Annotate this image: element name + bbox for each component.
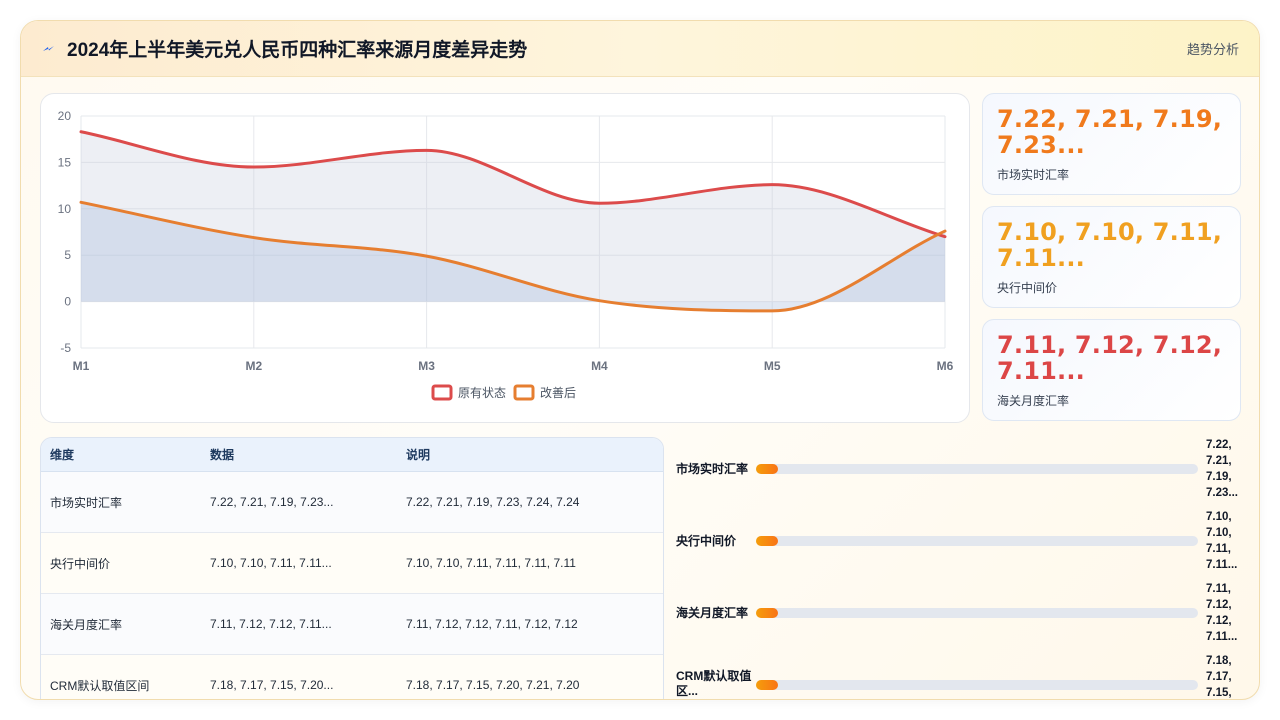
stat-label: 央行中间价 bbox=[997, 281, 1058, 295]
progress-item: CRM默认取值区... 7.18, 7.17, 7.15, bbox=[676, 653, 1259, 699]
column-header[interactable]: 数据 bbox=[201, 446, 397, 463]
progress-fill bbox=[756, 680, 779, 690]
y-tick-label: 10 bbox=[58, 202, 72, 216]
table-cell: 7.18, 7.17, 7.15, 7.20, 7.21, 7.20 bbox=[406, 678, 580, 692]
legend-label: 改善后 bbox=[540, 385, 576, 400]
stat-card-central-parity: 7.10, 7.10, 7.11, 7.11... 央行中间价 bbox=[982, 206, 1241, 308]
stat-card-market: 7.22, 7.21, 7.19, 7.23... 市场实时汇率 bbox=[982, 93, 1241, 195]
table-body: 市场实时汇率 7.22, 7.21, 7.19, 7.23... 7.22, 7… bbox=[41, 472, 663, 699]
y-tick-label: 0 bbox=[64, 295, 71, 309]
table-cell: 7.10, 7.10, 7.11, 7.11, 7.11, 7.11 bbox=[406, 556, 576, 570]
chart-svg: -5 0 5 10 15 20 M1 M2 M3 M4 M5 M6 原有状态 改善后 bbox=[58, 109, 954, 401]
table-row[interactable]: 央行中间价 7.10, 7.10, 7.11, 7.11... 7.10, 7.… bbox=[41, 533, 663, 594]
column-header[interactable]: 维度 bbox=[41, 446, 201, 463]
legend-swatch bbox=[431, 384, 453, 401]
progress-fill bbox=[756, 536, 779, 546]
progress-label: CRM默认取值区... bbox=[676, 669, 752, 698]
x-tick-label: M5 bbox=[764, 359, 781, 373]
progress-label: 海关月度汇率 bbox=[676, 606, 749, 620]
progress-item: 市场实时汇率 7.22, 7.21, 7.19, 7.23... bbox=[676, 437, 1259, 509]
progress-fill bbox=[756, 464, 779, 474]
stat-label: 市场实时汇率 bbox=[997, 168, 1070, 182]
x-tick-label: M3 bbox=[418, 359, 435, 373]
x-tick-label: M2 bbox=[245, 359, 262, 373]
progress-fill bbox=[756, 608, 779, 618]
y-tick-label: 15 bbox=[58, 155, 72, 169]
table-cell: 市场实时汇率 bbox=[50, 495, 123, 510]
progress-label: 央行中间价 bbox=[676, 534, 737, 548]
progress-item: 海关月度汇率 7.11, 7.12, 7.12, 7.11... bbox=[676, 581, 1259, 653]
progress-list: 市场实时汇率 7.22, 7.21, 7.19, 7.23... 央行中间价 7… bbox=[676, 437, 1259, 699]
table-cell: 海关月度汇率 bbox=[50, 617, 123, 632]
legend-swatch bbox=[513, 384, 535, 401]
y-tick-label: -5 bbox=[60, 341, 71, 355]
progress-track bbox=[756, 536, 1198, 546]
table-cell: 7.11, 7.12, 7.12, 7.11, 7.12, 7.12 bbox=[406, 617, 578, 631]
table-row[interactable]: 市场实时汇率 7.22, 7.21, 7.19, 7.23... 7.22, 7… bbox=[41, 472, 663, 533]
table-header: 维度 数据 说明 bbox=[41, 438, 663, 472]
page-title: 2024年上半年美元兑人民币四种汇率来源月度差异走势 bbox=[67, 40, 528, 61]
header-bar: 2024年上半年美元兑人民币四种汇率来源月度差异走势 趋势分析 bbox=[21, 21, 1259, 77]
table-cell: 7.18, 7.17, 7.15, 7.20... bbox=[210, 678, 334, 692]
table-cell: 7.22, 7.21, 7.19, 7.23, 7.24, 7.24 bbox=[406, 495, 580, 509]
trend-analysis-link[interactable]: 趋势分析 bbox=[1187, 39, 1239, 58]
x-tick-label: M6 bbox=[937, 359, 954, 373]
stat-value: 7.11, 7.12, 7.12, 7.11... bbox=[997, 331, 1223, 385]
table-cell: CRM默认取值区间 bbox=[50, 678, 150, 693]
table-cell: 7.10, 7.10, 7.11, 7.11... bbox=[210, 556, 332, 570]
progress-label: 市场实时汇率 bbox=[676, 462, 749, 476]
progress-value: 7.18, 7.17, 7.15, bbox=[1206, 655, 1232, 699]
x-tick-label: M1 bbox=[73, 359, 90, 373]
progress-track bbox=[756, 464, 1198, 474]
lightning-icon bbox=[41, 40, 59, 58]
stat-card-customs: 7.11, 7.12, 7.12, 7.11... 海关月度汇率 bbox=[982, 319, 1241, 421]
dashboard-card: 2024年上半年美元兑人民币四种汇率来源月度差异走势 趋势分析 -5 0 5 10 15… bbox=[20, 20, 1260, 700]
legend-label: 原有状态 bbox=[458, 386, 506, 400]
table-cell: 央行中间价 bbox=[50, 556, 111, 571]
table-cell: 7.11, 7.12, 7.12, 7.11... bbox=[210, 617, 332, 631]
trend-chart: -5 0 5 10 15 20 M1 M2 M3 M4 M5 M6 原有状态 改善后 bbox=[40, 93, 970, 423]
table-row[interactable]: CRM默认取值区间 7.18, 7.17, 7.15, 7.20... 7.18… bbox=[41, 655, 663, 699]
table-row[interactable]: 海关月度汇率 7.11, 7.12, 7.12, 7.11... 7.11, 7… bbox=[41, 594, 663, 655]
stat-label: 海关月度汇率 bbox=[997, 394, 1070, 408]
column-header[interactable]: 说明 bbox=[397, 446, 663, 463]
progress-track bbox=[756, 608, 1198, 618]
y-tick-label: 20 bbox=[58, 109, 72, 123]
progress-value: 7.10, 7.10, 7.11, 7.11... bbox=[1206, 511, 1238, 571]
progress-item: 央行中间价 7.10, 7.10, 7.11, 7.11... bbox=[676, 509, 1259, 581]
stat-value: 7.10, 7.10, 7.11, 7.11... bbox=[997, 218, 1223, 272]
stat-value: 7.22, 7.21, 7.19, 7.23... bbox=[997, 105, 1223, 159]
progress-value: 7.11, 7.12, 7.12, 7.11... bbox=[1206, 583, 1238, 643]
x-tick-label: M4 bbox=[591, 359, 608, 373]
table-cell: 7.22, 7.21, 7.19, 7.23... bbox=[210, 495, 334, 509]
y-tick-label: 5 bbox=[64, 248, 71, 262]
progress-value: 7.22, 7.21, 7.19, 7.23... bbox=[1206, 439, 1238, 499]
data-table: 维度 数据 说明 市场实时汇率 7.22, 7.21, 7.19, 7.23..… bbox=[40, 437, 664, 699]
progress-track bbox=[756, 680, 1198, 690]
